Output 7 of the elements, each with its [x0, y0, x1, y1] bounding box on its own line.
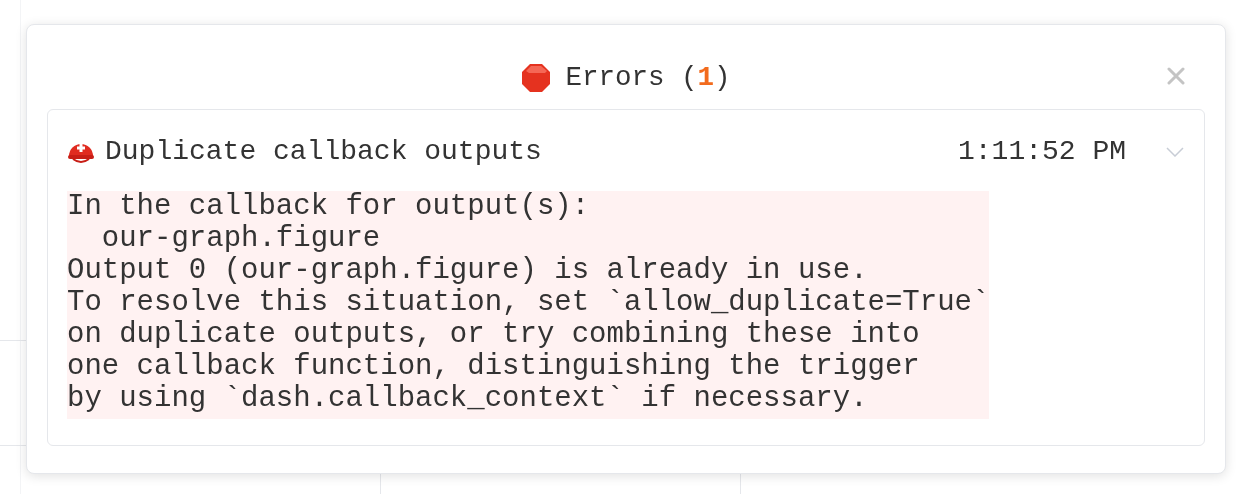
error-title: Duplicate callback outputs [105, 135, 542, 169]
chevron-icon[interactable] [1166, 147, 1184, 157]
error-message: In the callback for output(s): our-graph.figure Output 0 (our-graph.figure) is already in use. To resolve this situation, set `allow_duplicate=True` on duplicate outputs, or try combining these into one callback function, distinguishing the trigger by using `dash.callback_context` if necessary. [67, 191, 990, 419]
error-time: 1:11:52 PM [957, 135, 1126, 169]
stop-sign-icon [521, 63, 552, 93]
dialog-title: Errors (1) [565, 61, 731, 96]
close-icon[interactable] [1167, 67, 1185, 85]
